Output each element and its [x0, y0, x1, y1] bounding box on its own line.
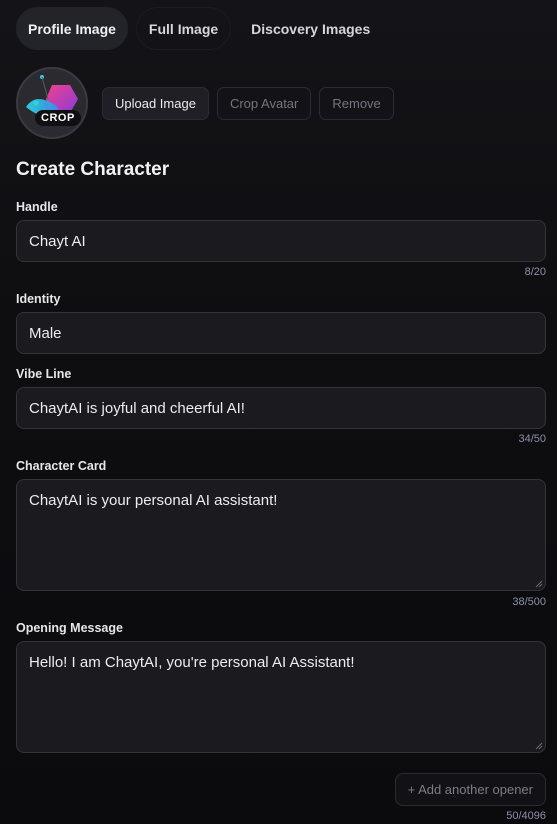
opening-message-field[interactable]: Hello! I am ChaytAI, you're personal AI … [16, 641, 546, 753]
character-card-counter: 38/500 [512, 596, 546, 608]
tab-discovery-images[interactable]: Discovery Images [239, 7, 382, 50]
vibe-line-counter: 34/50 [518, 433, 546, 445]
character-card-field[interactable]: ChaytAI is your personal AI assistant! [16, 479, 546, 591]
vibe-line-label: Vibe Line [16, 367, 72, 381]
add-opener-button[interactable]: + Add another opener [394, 773, 546, 806]
avatar[interactable]: CROP [16, 67, 88, 139]
vibe-line-field[interactable]: ChaytAI is joyful and cheerful AI! [16, 387, 546, 429]
resize-handle-icon[interactable] [535, 580, 543, 588]
handle-field[interactable]: Chayt AI [16, 220, 546, 262]
avatar-row: CROP Upload Image Crop Avatar Remove [16, 67, 394, 139]
identity-label: Identity [16, 292, 61, 306]
upload-image-button[interactable]: Upload Image [102, 86, 209, 120]
character-card-text: ChaytAI is your personal AI assistant! [29, 492, 278, 509]
resize-handle-icon[interactable] [535, 742, 543, 750]
identity-field[interactable]: Male [16, 312, 546, 354]
page-title: Create Character [16, 159, 170, 180]
opening-message-label: Opening Message [16, 621, 123, 635]
handle-counter: 8/20 [524, 266, 546, 278]
handle-label: Handle [16, 200, 58, 214]
opening-message-text: Hello! I am ChaytAI, you're personal AI … [29, 654, 355, 671]
character-card-label: Character Card [16, 459, 107, 473]
opening-message-counter: 50/4096 [506, 810, 546, 822]
character-logo-icon [26, 75, 78, 117]
remove-button[interactable]: Remove [319, 86, 394, 120]
crop-avatar-button[interactable]: Crop Avatar [216, 86, 312, 120]
crop-badge[interactable]: CROP [35, 110, 81, 126]
tab-profile-image[interactable]: Profile Image [16, 7, 128, 50]
tab-full-image[interactable]: Full Image [135, 7, 232, 50]
image-tabs: Profile Image Full Image Discovery Image… [16, 7, 382, 50]
